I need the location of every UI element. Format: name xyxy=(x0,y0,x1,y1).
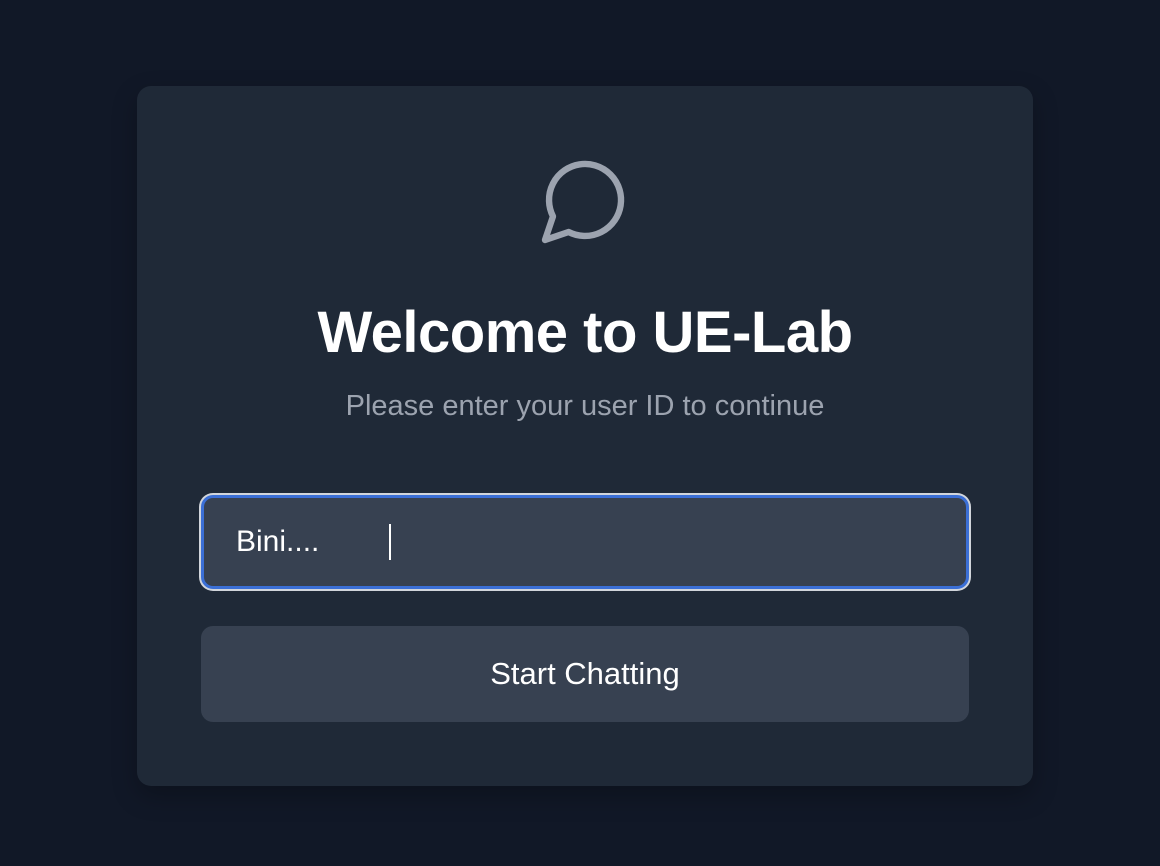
user-id-field-wrapper xyxy=(201,495,969,589)
login-card: Welcome to UE-Lab Please enter your user… xyxy=(137,86,1033,786)
user-id-input[interactable] xyxy=(204,498,966,586)
chat-bubble-icon xyxy=(137,152,1033,248)
page-subtitle: Please enter your user ID to continue xyxy=(345,390,825,422)
start-chatting-button[interactable]: Start Chatting xyxy=(201,626,969,722)
text-caret xyxy=(389,524,391,560)
page-title: Welcome to UE-Lab xyxy=(317,300,853,365)
